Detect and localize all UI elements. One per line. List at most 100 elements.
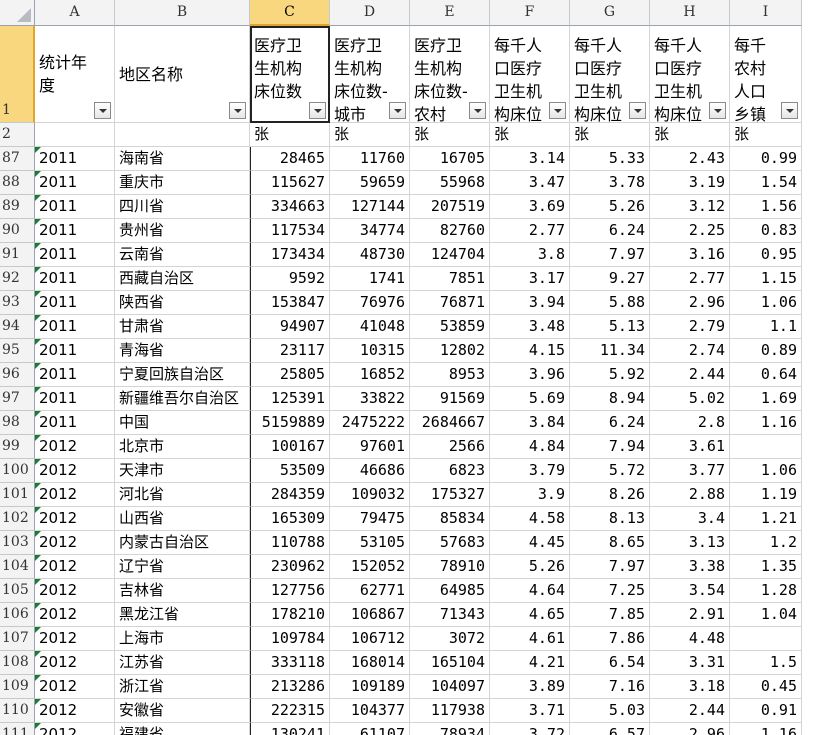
table-cell-b[interactable]: 福建省 [115,723,250,735]
table-cell-e[interactable]: 175327 [410,483,490,507]
table-cell-g[interactable]: 6.54 [570,651,650,675]
row-header[interactable]: 88 [0,171,35,195]
table-cell-f[interactable]: 3.69 [490,195,570,219]
header-cell-d[interactable]: 医疗卫生机构床位数-城市 [330,26,410,123]
table-cell-g[interactable]: 5.13 [570,315,650,339]
table-cell-e[interactable]: 78910 [410,555,490,579]
column-header-a[interactable]: A [35,0,115,26]
table-cell-h[interactable]: 2.88 [650,483,730,507]
table-cell-d[interactable]: 106867 [330,603,410,627]
select-all-corner[interactable] [0,0,35,26]
table-cell-a[interactable]: 2012 [35,603,115,627]
column-header-c[interactable]: C [250,0,330,26]
row-header[interactable]: 90 [0,219,35,243]
table-cell-h[interactable]: 2.25 [650,219,730,243]
table-cell-c[interactable]: 117534 [250,219,330,243]
table-cell-b[interactable]: 四川省 [115,195,250,219]
filter-dropdown-icon[interactable] [229,102,246,119]
table-cell-c[interactable]: 28465 [250,147,330,171]
table-cell-b[interactable]: 辽宁省 [115,555,250,579]
table-cell-g[interactable]: 5.03 [570,699,650,723]
table-cell-i[interactable] [730,627,802,651]
unit-cell-c[interactable]: 张 [250,123,330,147]
table-cell-c[interactable]: 165309 [250,507,330,531]
table-cell-b[interactable]: 青海省 [115,339,250,363]
table-cell-f[interactable]: 3.72 [490,723,570,735]
table-cell-f[interactable]: 5.26 [490,555,570,579]
table-cell-i[interactable]: 1.16 [730,411,802,435]
table-cell-i[interactable]: 0.45 [730,675,802,699]
table-cell-f[interactable]: 3.84 [490,411,570,435]
unit-cell-i[interactable]: 张 [730,123,802,147]
table-cell-d[interactable]: 2475222 [330,411,410,435]
table-cell-a[interactable]: 2011 [35,363,115,387]
filter-dropdown-icon[interactable] [629,102,646,119]
table-cell-f[interactable]: 3.9 [490,483,570,507]
table-cell-e[interactable]: 124704 [410,243,490,267]
row-header[interactable]: 102 [0,507,35,531]
table-cell-b[interactable]: 河北省 [115,483,250,507]
table-cell-c[interactable]: 110788 [250,531,330,555]
table-cell-b[interactable]: 安徽省 [115,699,250,723]
table-cell-g[interactable]: 7.16 [570,675,650,699]
table-cell-a[interactable]: 2011 [35,243,115,267]
row-header[interactable]: 91 [0,243,35,267]
table-cell-b[interactable]: 内蒙古自治区 [115,531,250,555]
filter-dropdown-icon[interactable] [469,102,486,119]
row-header[interactable]: 87 [0,147,35,171]
table-cell-g[interactable]: 5.88 [570,291,650,315]
table-cell-i[interactable]: 0.95 [730,243,802,267]
table-cell-d[interactable]: 61107 [330,723,410,735]
table-cell-i[interactable]: 0.83 [730,219,802,243]
table-cell-i[interactable]: 1.06 [730,291,802,315]
row-header[interactable]: 105 [0,579,35,603]
row-header[interactable]: 101 [0,483,35,507]
unit-cell-b[interactable] [115,123,250,147]
header-cell-e[interactable]: 医疗卫生机构床位数-农村 [410,26,490,123]
table-cell-e[interactable]: 64985 [410,579,490,603]
table-cell-e[interactable]: 3072 [410,627,490,651]
filter-dropdown-icon[interactable] [549,102,566,119]
filter-dropdown-icon[interactable] [709,102,726,119]
table-cell-i[interactable]: 1.69 [730,387,802,411]
table-cell-b[interactable]: 上海市 [115,627,250,651]
table-cell-h[interactable]: 2.44 [650,699,730,723]
table-cell-d[interactable]: 48730 [330,243,410,267]
column-header-e[interactable]: E [410,0,490,26]
row-header[interactable]: 93 [0,291,35,315]
table-cell-f[interactable]: 4.65 [490,603,570,627]
table-cell-e[interactable]: 12802 [410,339,490,363]
table-cell-h[interactable]: 3.12 [650,195,730,219]
table-cell-d[interactable]: 168014 [330,651,410,675]
table-cell-f[interactable]: 3.17 [490,267,570,291]
table-cell-c[interactable]: 25805 [250,363,330,387]
table-cell-d[interactable]: 76976 [330,291,410,315]
table-cell-a[interactable]: 2011 [35,195,115,219]
column-header-f[interactable]: F [490,0,570,26]
table-cell-c[interactable]: 94907 [250,315,330,339]
unit-cell-a[interactable] [35,123,115,147]
table-cell-f[interactable]: 4.64 [490,579,570,603]
table-cell-i[interactable] [730,435,802,459]
table-cell-a[interactable]: 2012 [35,507,115,531]
table-cell-g[interactable]: 8.13 [570,507,650,531]
table-cell-e[interactable]: 82760 [410,219,490,243]
table-cell-b[interactable]: 宁夏回族自治区 [115,363,250,387]
table-cell-g[interactable]: 7.94 [570,435,650,459]
table-cell-b[interactable]: 江苏省 [115,651,250,675]
table-cell-b[interactable]: 北京市 [115,435,250,459]
table-cell-c[interactable]: 333118 [250,651,330,675]
table-cell-e[interactable]: 7851 [410,267,490,291]
table-cell-c[interactable]: 334663 [250,195,330,219]
table-cell-a[interactable]: 2011 [35,315,115,339]
table-cell-h[interactable]: 2.79 [650,315,730,339]
table-cell-c[interactable]: 213286 [250,675,330,699]
table-cell-i[interactable]: 0.91 [730,699,802,723]
table-cell-g[interactable]: 6.24 [570,411,650,435]
table-cell-i[interactable]: 1.19 [730,483,802,507]
table-cell-d[interactable]: 104377 [330,699,410,723]
table-cell-h[interactable]: 3.16 [650,243,730,267]
row-header[interactable]: 106 [0,603,35,627]
table-cell-g[interactable]: 8.65 [570,531,650,555]
table-cell-i[interactable]: 1.21 [730,507,802,531]
